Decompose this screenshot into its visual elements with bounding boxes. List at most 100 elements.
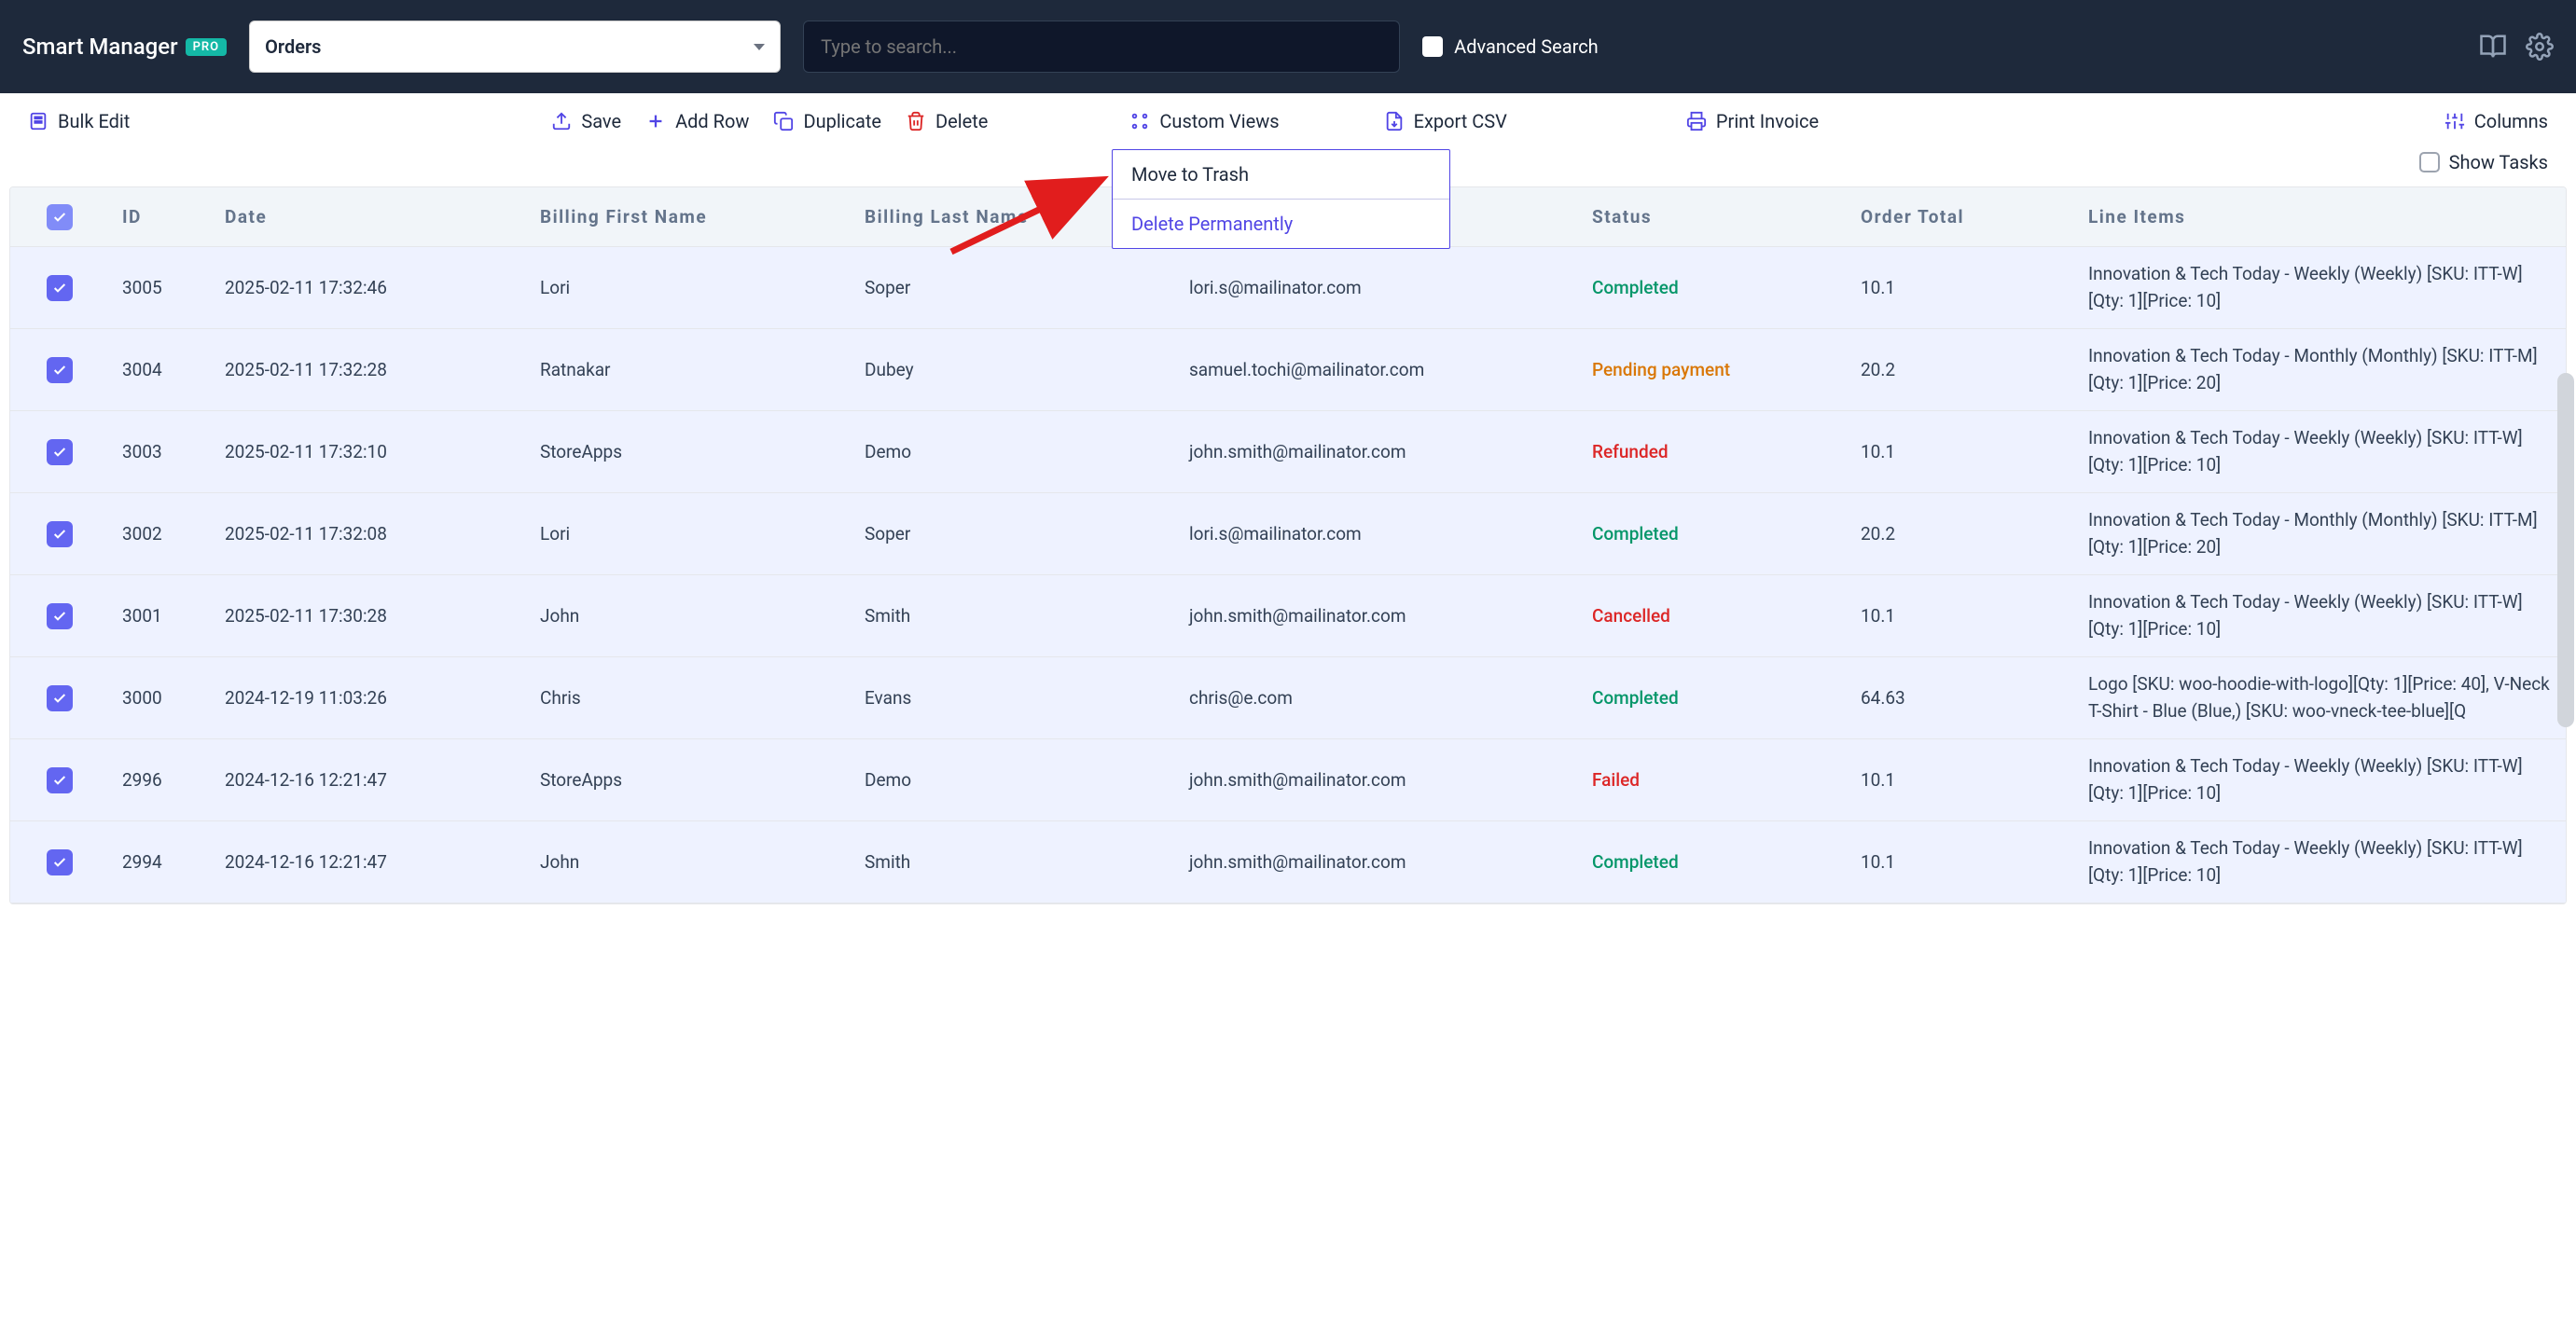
custom-views-button[interactable]: Custom Views: [1129, 110, 1279, 132]
orders-table: ID Date Billing First Name Billing Last …: [9, 186, 2567, 904]
cell-items: Innovation & Tech Today - Monthly (Month…: [2075, 332, 2566, 407]
columns-button[interactable]: Columns: [2444, 110, 2548, 132]
row-checkbox[interactable]: [10, 767, 109, 793]
save-button[interactable]: Save: [551, 110, 621, 132]
entity-select[interactable]: Orders: [249, 21, 781, 73]
row-checkbox[interactable]: [10, 275, 109, 301]
table-row[interactable]: 3002 2025-02-11 17:32:08 Lori Soper lori…: [10, 493, 2566, 575]
table-row[interactable]: 3003 2025-02-11 17:32:10 StoreApps Demo …: [10, 411, 2566, 493]
cell-id: 3002: [109, 523, 212, 544]
table-row[interactable]: 3000 2024-12-19 11:03:26 Chris Evans chr…: [10, 657, 2566, 739]
cell-id: 2996: [109, 769, 212, 791]
bulk-edit-button[interactable]: Bulk Edit: [28, 110, 130, 132]
docs-icon[interactable]: [2479, 33, 2507, 61]
cell-status: Cancelled: [1579, 605, 1848, 627]
cell-total: 10.1: [1848, 769, 2075, 791]
advanced-search-checkbox[interactable]: [1422, 36, 1443, 57]
row-checkbox[interactable]: [10, 849, 109, 875]
col-status[interactable]: Status: [1579, 206, 1848, 227]
cell-status: Refunded: [1579, 441, 1848, 462]
row-checkbox[interactable]: [10, 357, 109, 383]
table-row[interactable]: 2994 2024-12-16 12:21:47 John Smith john…: [10, 821, 2566, 903]
cell-email: samuel.tochi@mailinator.com: [1176, 359, 1579, 380]
cell-lname: Smith: [852, 851, 1176, 873]
cell-status: Pending payment: [1579, 359, 1848, 380]
table-row[interactable]: 3001 2025-02-11 17:30:28 John Smith john…: [10, 575, 2566, 657]
cell-email: lori.s@mailinator.com: [1176, 523, 1579, 544]
cell-date: 2025-02-11 17:32:28: [212, 359, 527, 380]
trash-icon: [906, 111, 926, 131]
search-input[interactable]: [803, 21, 1400, 73]
cell-date: 2025-02-11 17:32:10: [212, 441, 527, 462]
col-items[interactable]: Line Items: [2075, 206, 2566, 227]
cell-fname: Lori: [527, 277, 852, 298]
plus-icon: [645, 111, 666, 131]
cell-lname: Soper: [852, 277, 1176, 298]
table-row[interactable]: 2996 2024-12-16 12:21:47 StoreApps Demo …: [10, 739, 2566, 821]
cell-fname: John: [527, 851, 852, 873]
cell-items: Innovation & Tech Today - Weekly (Weekly…: [2075, 578, 2566, 654]
printer-icon: [1686, 111, 1707, 131]
cell-status: Completed: [1579, 523, 1848, 544]
cell-email: john.smith@mailinator.com: [1176, 769, 1579, 791]
cell-id: 3001: [109, 605, 212, 627]
cell-status: Completed: [1579, 851, 1848, 873]
delete-permanently-item[interactable]: Delete Permanently: [1113, 199, 1449, 248]
col-total[interactable]: Order Total: [1848, 206, 2075, 227]
cell-items: Innovation & Tech Today - Weekly (Weekly…: [2075, 414, 2566, 489]
delete-button[interactable]: Delete: [906, 110, 988, 132]
cell-email: john.smith@mailinator.com: [1176, 441, 1579, 462]
cell-lname: Smith: [852, 605, 1176, 627]
advanced-search[interactable]: Advanced Search: [1422, 33, 1599, 61]
table-body: 3005 2025-02-11 17:32:46 Lori Soper lori…: [10, 247, 2566, 903]
row-checkbox[interactable]: [10, 521, 109, 547]
export-csv-button[interactable]: Export CSV: [1384, 110, 1507, 132]
duplicate-button[interactable]: Duplicate: [773, 110, 881, 132]
cell-items: Innovation & Tech Today - Weekly (Weekly…: [2075, 824, 2566, 900]
select-all[interactable]: [10, 204, 109, 230]
scrollbar[interactable]: [2557, 373, 2574, 727]
col-fname[interactable]: Billing First Name: [527, 206, 852, 227]
cell-status: Completed: [1579, 277, 1848, 298]
brand-name: Smart Manager: [22, 34, 178, 60]
col-id[interactable]: ID: [109, 206, 212, 227]
add-row-button[interactable]: Add Row: [645, 110, 749, 132]
toolbar: Bulk Edit Save Add Row Duplicate Delete …: [0, 93, 2576, 186]
cell-date: 2024-12-16 12:21:47: [212, 769, 527, 791]
cell-fname: StoreApps: [527, 441, 852, 462]
cell-total: 10.1: [1848, 851, 2075, 873]
cell-total: 10.1: [1848, 277, 2075, 298]
sliders-icon: [2444, 111, 2465, 131]
cell-email: lori.s@mailinator.com: [1176, 277, 1579, 298]
print-invoice-button[interactable]: Print Invoice: [1686, 110, 1819, 132]
cell-lname: Dubey: [852, 359, 1176, 380]
col-date[interactable]: Date: [212, 206, 527, 227]
cell-email: john.smith@mailinator.com: [1176, 605, 1579, 627]
cell-fname: StoreApps: [527, 769, 852, 791]
cell-fname: Chris: [527, 687, 852, 709]
cell-items: Innovation & Tech Today - Monthly (Month…: [2075, 496, 2566, 572]
save-icon: [551, 111, 572, 131]
table-row[interactable]: 3004 2025-02-11 17:32:28 Ratnakar Dubey …: [10, 329, 2566, 411]
entity-value: Orders: [265, 35, 321, 58]
cell-total: 20.2: [1848, 359, 2075, 380]
delete-dropdown: Move to Trash Delete Permanently: [1112, 149, 1450, 249]
gear-icon[interactable]: [2526, 33, 2554, 61]
grid-icon: [1129, 111, 1150, 131]
show-tasks-toggle[interactable]: Show Tasks: [2419, 151, 2548, 173]
advanced-search-label: Advanced Search: [1454, 33, 1599, 61]
cell-items: Innovation & Tech Today - Weekly (Weekly…: [2075, 742, 2566, 818]
table-row[interactable]: 3005 2025-02-11 17:32:46 Lori Soper lori…: [10, 247, 2566, 329]
cell-id: 3003: [109, 441, 212, 462]
cell-status: Completed: [1579, 687, 1848, 709]
cell-fname: Ratnakar: [527, 359, 852, 380]
move-to-trash-item[interactable]: Move to Trash: [1113, 150, 1449, 199]
cell-date: 2025-02-11 17:32:08: [212, 523, 527, 544]
row-checkbox[interactable]: [10, 685, 109, 711]
chevron-down-icon: [754, 44, 765, 50]
show-tasks-checkbox[interactable]: [2419, 152, 2440, 172]
cell-id: 3004: [109, 359, 212, 380]
row-checkbox[interactable]: [10, 603, 109, 629]
row-checkbox[interactable]: [10, 439, 109, 465]
cell-items: Innovation & Tech Today - Weekly (Weekly…: [2075, 250, 2566, 325]
